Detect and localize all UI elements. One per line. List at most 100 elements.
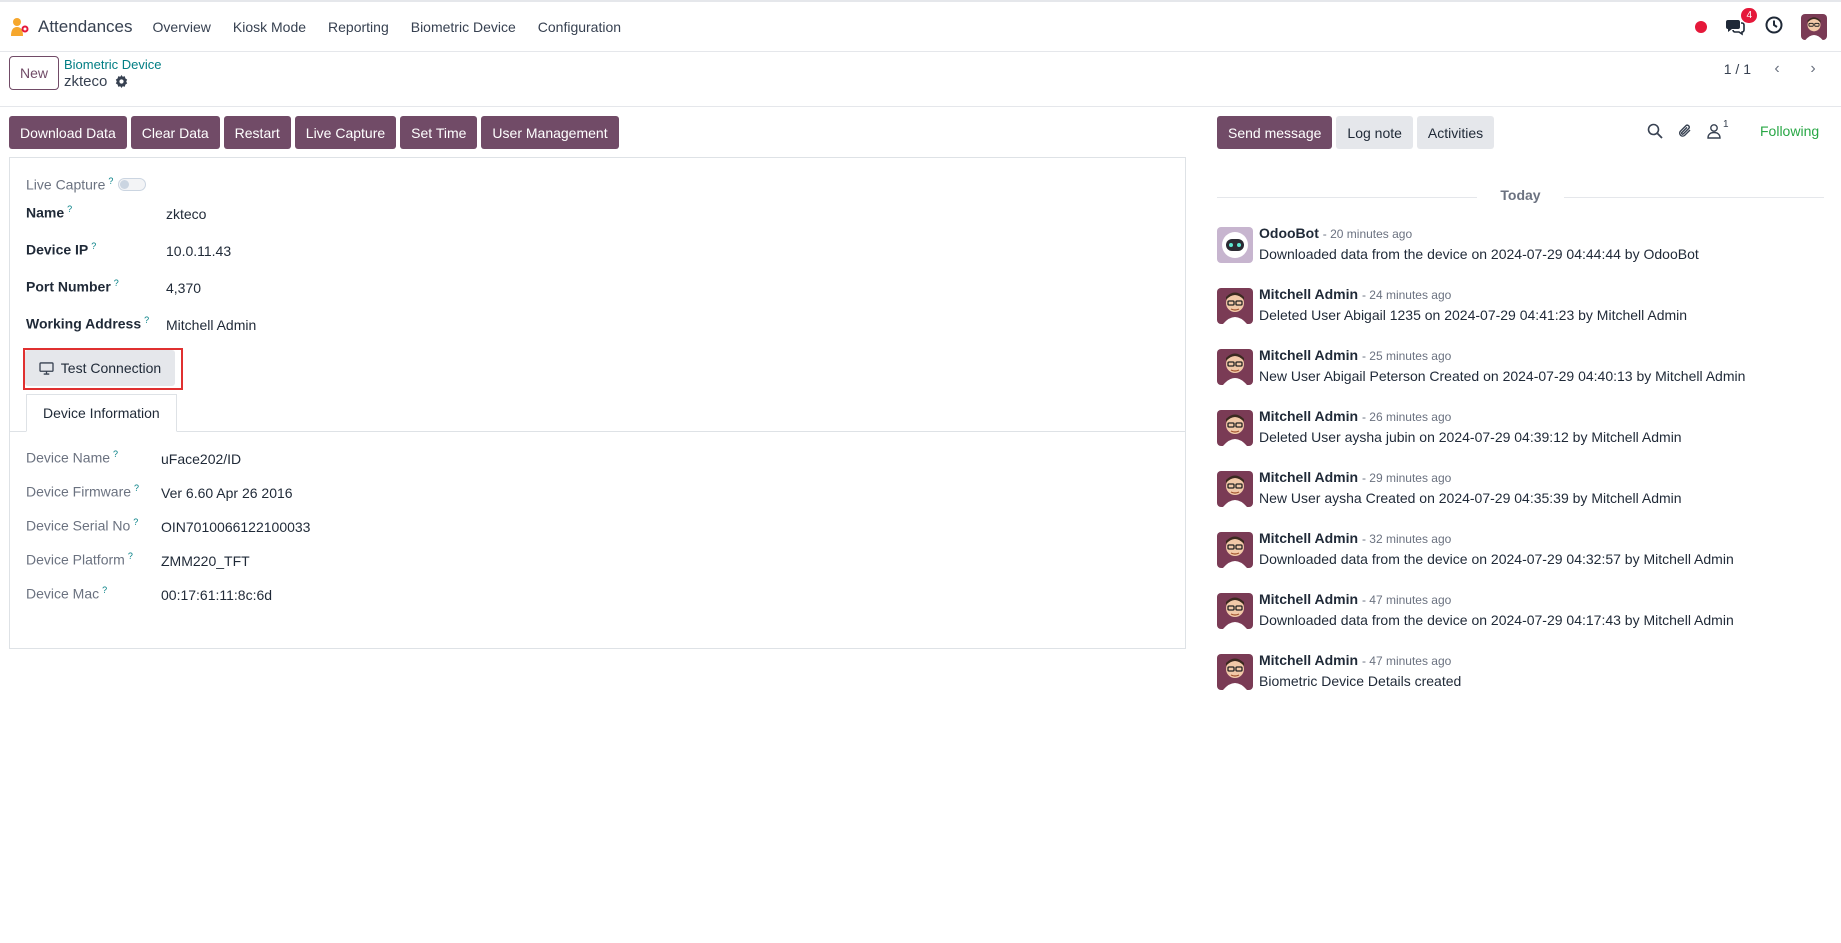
device-mac-label: Device Mac? (26, 585, 108, 602)
chatter-message: Mitchell Admin - 47 minutes ago Downloade… (1217, 591, 1837, 641)
set-time-button[interactable]: Set Time (400, 116, 478, 149)
message-author[interactable]: Mitchell Admin (1259, 469, 1358, 485)
message-time: - 29 minutes ago (1361, 471, 1452, 485)
message-body: Biometric Device Details created (1259, 673, 1462, 689)
paperclip-icon[interactable] (1677, 123, 1693, 139)
menu-kiosk-mode[interactable]: Kiosk Mode (233, 19, 306, 35)
author-avatar[interactable] (1217, 471, 1253, 507)
message-time: - 26 minutes ago (1361, 410, 1452, 424)
help-icon[interactable]: ? (114, 278, 119, 288)
message-body: New User Abigail Peterson Created on 202… (1259, 368, 1746, 384)
help-icon[interactable]: ? (67, 204, 72, 214)
message-author[interactable]: Mitchell Admin (1259, 286, 1358, 302)
help-icon[interactable]: ? (144, 315, 149, 325)
menu-reporting[interactable]: Reporting (328, 19, 389, 35)
new-button[interactable]: New (9, 56, 60, 90)
help-icon[interactable]: ? (102, 585, 107, 595)
message-time: - 47 minutes ago (1361, 654, 1452, 668)
author-avatar[interactable] (1217, 410, 1253, 446)
help-icon[interactable]: ? (113, 449, 118, 459)
message-author[interactable]: OdooBot (1259, 225, 1319, 241)
message-header: Mitchell Admin - 29 minutes ago (1259, 469, 1451, 485)
control-panel: New Biometric Device zkteco 1 / 1 ‹ › (0, 52, 1841, 107)
log-note-button[interactable]: Log note (1336, 116, 1413, 149)
author-avatar[interactable] (1217, 288, 1253, 324)
pager: 1 / 1 ‹ › (1724, 60, 1823, 78)
device-serial-value: OIN7010066122100033 (161, 519, 311, 535)
chatter-message: Mitchell Admin - 24 minutes ago Deleted U… (1217, 286, 1837, 336)
attendances-app-icon[interactable] (8, 15, 32, 39)
menu-configuration[interactable]: Configuration (538, 19, 621, 35)
test-connection-button[interactable]: Test Connection (25, 350, 175, 386)
tab-device-information[interactable]: Device Information (26, 394, 177, 432)
message-time: - 47 minutes ago (1361, 593, 1452, 607)
help-icon[interactable]: ? (133, 517, 138, 527)
gear-icon[interactable] (115, 75, 128, 88)
send-message-button[interactable]: Send message (1217, 116, 1333, 149)
device-name-label: Device Name? (26, 449, 119, 466)
help-icon[interactable]: ? (108, 176, 113, 186)
device-ip-field[interactable]: 10.0.11.43 (166, 243, 231, 259)
message-header: Mitchell Admin - 32 minutes ago (1259, 530, 1451, 546)
download-data-button[interactable]: Download Data (9, 116, 127, 149)
menu-biometric-device[interactable]: Biometric Device (411, 19, 516, 35)
live-capture-toggle[interactable] (118, 178, 146, 191)
following-button[interactable]: Following (1760, 123, 1819, 139)
help-icon[interactable]: ? (128, 551, 133, 561)
message-time: - 32 minutes ago (1361, 532, 1452, 546)
message-author[interactable]: Mitchell Admin (1259, 408, 1358, 424)
recording-indicator-icon[interactable] (1695, 21, 1707, 33)
date-separator-label: Today (1500, 187, 1541, 203)
pager-value[interactable]: 1 / 1 (1724, 61, 1751, 77)
author-avatar[interactable] (1217, 349, 1253, 385)
name-field[interactable]: zkteco (166, 206, 206, 222)
messages-button[interactable]: 4 (1725, 8, 1757, 38)
user-management-button[interactable]: User Management (481, 116, 619, 149)
author-avatar[interactable] (1217, 654, 1253, 690)
user-avatar[interactable] (1801, 14, 1827, 40)
message-time: - 24 minutes ago (1361, 288, 1452, 302)
message-author[interactable]: Mitchell Admin (1259, 652, 1358, 668)
device-platform-label: Device Platform? (26, 551, 133, 568)
message-body: New User aysha Created on 2024-07-29 04:… (1259, 490, 1682, 506)
chatter-message: Mitchell Admin - 47 minutes ago Biometric… (1217, 652, 1837, 702)
top-navbar: Attendances Overview Kiosk Mode Reportin… (0, 0, 1841, 52)
date-separator: Today (1217, 187, 1824, 207)
help-icon[interactable]: ? (91, 241, 96, 251)
pager-next-icon[interactable]: › (1803, 60, 1823, 78)
breadcrumb-parent-link[interactable]: Biometric Device (64, 57, 162, 72)
separator-line (1564, 197, 1824, 198)
message-time: - 20 minutes ago (1322, 227, 1413, 241)
message-author[interactable]: Mitchell Admin (1259, 591, 1358, 607)
menu-overview[interactable]: Overview (153, 19, 211, 35)
restart-button[interactable]: Restart (223, 116, 291, 149)
author-avatar[interactable] (1217, 593, 1253, 629)
activities-button[interactable]: Activities (1416, 116, 1495, 149)
chatter-topbar: Send message Log note Activities (1217, 116, 1495, 149)
working-address-field[interactable]: Mitchell Admin (166, 317, 256, 333)
author-avatar[interactable] (1217, 227, 1253, 263)
message-body: Deleted User aysha jubin on 2024-07-29 0… (1259, 429, 1682, 445)
help-icon[interactable]: ? (134, 483, 139, 493)
followers-button[interactable]: 1 (1707, 119, 1729, 139)
live-capture-button[interactable]: Live Capture (294, 116, 397, 149)
port-number-field[interactable]: 4,370 (166, 280, 201, 296)
message-body: Downloaded data from the device on 2024-… (1259, 551, 1734, 567)
device-firmware-value: Ver 6.60 Apr 26 2016 (161, 485, 293, 501)
message-author[interactable]: Mitchell Admin (1259, 347, 1358, 363)
search-icon[interactable] (1647, 123, 1663, 139)
chatter-message: Mitchell Admin - 29 minutes ago New User … (1217, 469, 1837, 519)
device-ip-label: Device IP? (26, 241, 97, 258)
chatter-icons: 1 (1647, 119, 1729, 139)
chatter-message: Mitchell Admin - 25 minutes ago New User … (1217, 347, 1837, 397)
author-avatar[interactable] (1217, 532, 1253, 568)
message-author[interactable]: Mitchell Admin (1259, 530, 1358, 546)
user-icon (1707, 124, 1721, 139)
message-body: Deleted User Abigail 1235 on 2024-07-29 … (1259, 307, 1688, 323)
device-name-value: uFace202/ID (161, 451, 242, 467)
breadcrumb-current: zkteco (64, 73, 128, 90)
activity-clock-icon[interactable] (1765, 16, 1783, 39)
pager-previous-icon[interactable]: ‹ (1767, 60, 1787, 78)
app-name[interactable]: Attendances (38, 17, 133, 37)
clear-data-button[interactable]: Clear Data (130, 116, 220, 149)
